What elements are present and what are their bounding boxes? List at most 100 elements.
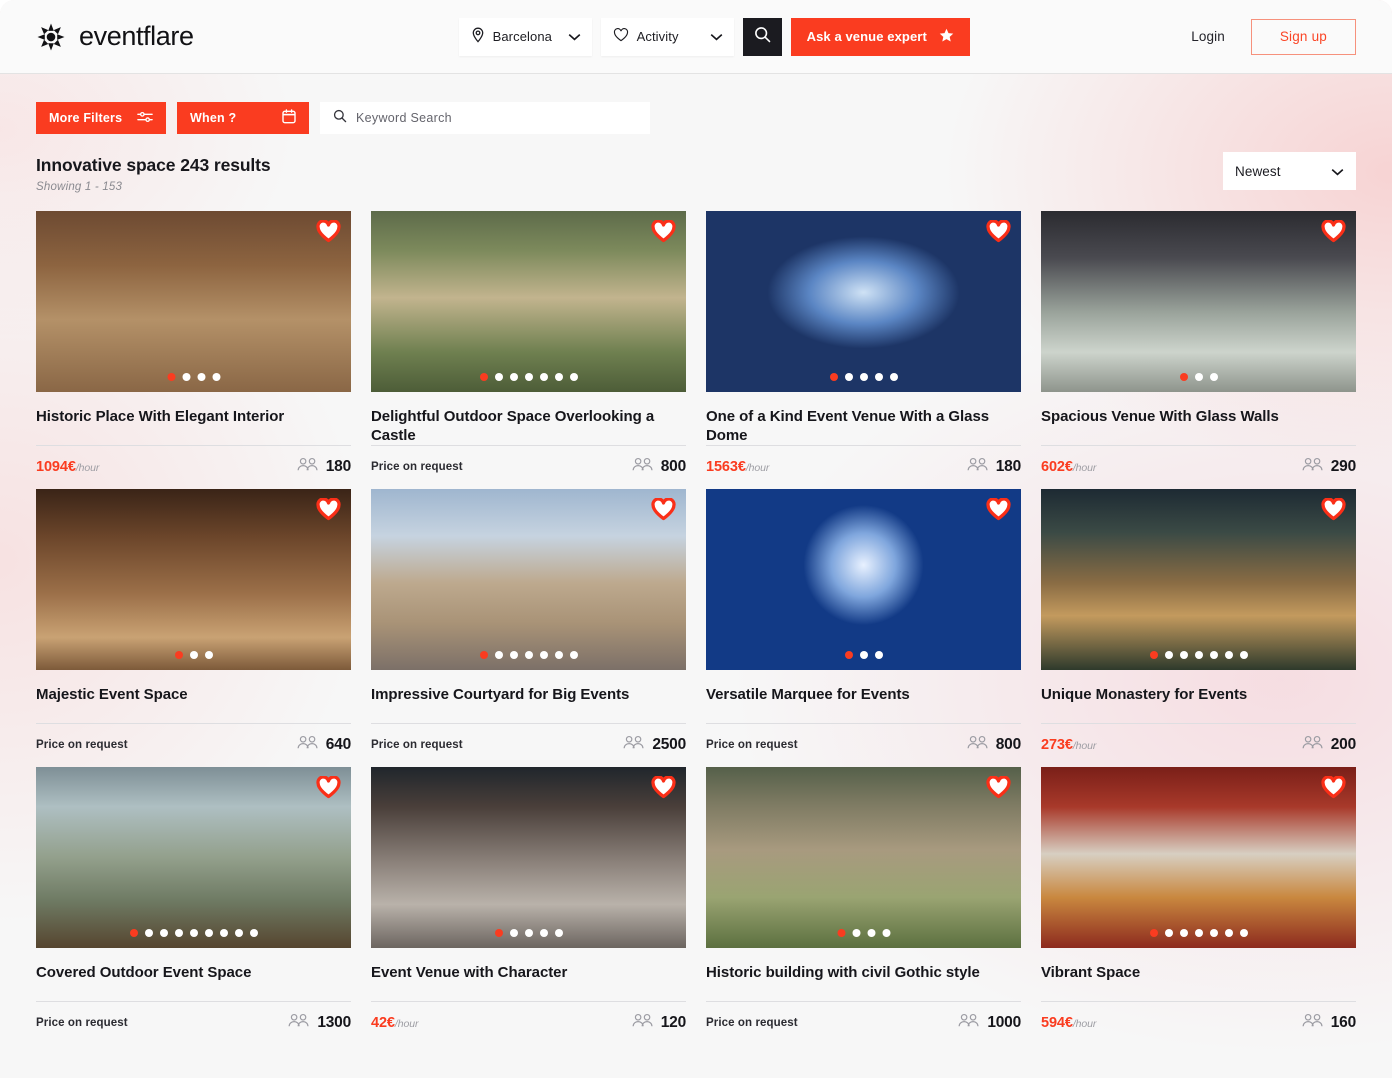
carousel-dot[interactable] [874,373,883,381]
carousel-dot[interactable] [1209,651,1218,660]
ask-venue-expert-button[interactable]: Ask a venue expert [790,17,970,56]
carousel-dot[interactable] [829,373,838,381]
favorite-button[interactable] [1320,218,1347,247]
carousel-dot[interactable] [889,373,898,381]
venue-thumbnail[interactable] [706,211,1021,392]
sort-select[interactable]: Newest [1223,152,1356,190]
venue-thumbnail[interactable] [706,489,1021,671]
venue-thumbnail[interactable] [371,211,686,392]
venue-card-8[interactable]: Unique Monastery for Events 273€/hour 20… [1041,489,1356,757]
carousel-dot[interactable] [494,651,503,660]
venue-card-1[interactable]: Historic Place With Elegant Interior 109… [36,211,351,479]
carousel-dot[interactable] [174,929,183,938]
carousel-dot[interactable] [882,929,890,938]
carousel-dot[interactable] [219,929,228,938]
carousel-dot[interactable] [1149,929,1158,938]
venue-thumbnail[interactable] [1041,489,1356,671]
when-filter-button[interactable]: When ? [177,102,309,134]
favorite-button[interactable] [1320,497,1347,525]
venue-card-4[interactable]: Spacious Venue With Glass Walls 602€/hou… [1041,211,1356,479]
carousel-dot[interactable] [509,373,518,381]
carousel-dot[interactable] [1239,651,1248,660]
carousel-dot[interactable] [212,373,220,381]
carousel-dot[interactable] [539,929,548,938]
keyword-search-box[interactable] [320,102,650,134]
carousel-dot[interactable] [524,373,533,381]
carousel-dots[interactable] [494,929,563,938]
carousel-dot[interactable] [479,651,488,660]
carousel-dot[interactable] [509,651,518,660]
carousel-dot[interactable] [1224,651,1233,660]
carousel-dot[interactable] [479,373,488,381]
venue-thumbnail[interactable] [371,767,686,949]
more-filters-button[interactable]: More Filters [36,102,166,134]
carousel-dot[interactable] [1209,929,1218,938]
carousel-dot[interactable] [1164,651,1173,660]
carousel-dot[interactable] [859,373,868,381]
carousel-dot[interactable] [494,373,503,381]
venue-thumbnail[interactable] [36,211,351,392]
carousel-dot[interactable] [844,651,853,660]
carousel-dots[interactable] [167,373,220,381]
carousel-dot[interactable] [509,929,518,938]
venue-card-2[interactable]: Delightful Outdoor Space Overlooking a C… [371,211,686,479]
carousel-dot[interactable] [1149,651,1158,660]
carousel-dot[interactable] [837,929,845,938]
venue-card-6[interactable]: Impressive Courtyard for Big Events Pric… [371,489,686,757]
favorite-button[interactable] [315,218,342,247]
carousel-dots[interactable] [837,929,890,938]
brand-logo[interactable]: eventflare [36,21,194,52]
carousel-dots[interactable] [174,651,213,660]
favorite-button[interactable] [650,218,677,247]
favorite-button[interactable] [315,775,342,803]
carousel-dot[interactable] [554,651,563,660]
carousel-dot[interactable] [1179,929,1188,938]
carousel-dots[interactable] [479,373,578,381]
carousel-dots[interactable] [829,373,898,381]
favorite-button[interactable] [650,497,677,525]
signup-button[interactable]: Sign up [1250,18,1356,55]
carousel-dots[interactable] [1149,651,1248,660]
activity-select[interactable]: Activity [600,17,734,56]
venue-thumbnail[interactable] [1041,767,1356,949]
carousel-dots[interactable] [129,929,258,938]
keyword-search-input[interactable] [356,111,637,125]
carousel-dot[interactable] [867,929,875,938]
search-button[interactable] [742,17,782,56]
favorite-button[interactable] [985,775,1012,803]
carousel-dot[interactable] [852,929,860,938]
venue-thumbnail[interactable] [1041,211,1356,392]
favorite-button[interactable] [650,775,677,803]
carousel-dot[interactable] [1194,373,1203,381]
carousel-dot[interactable] [554,929,563,938]
carousel-dot[interactable] [197,373,205,381]
favorite-button[interactable] [985,497,1012,525]
carousel-dot[interactable] [539,651,548,660]
carousel-dot[interactable] [1224,929,1233,938]
login-link[interactable]: Login [1191,29,1225,44]
carousel-dot[interactable] [1194,929,1203,938]
carousel-dot[interactable] [174,651,183,660]
venue-thumbnail[interactable] [36,767,351,949]
carousel-dot[interactable] [1239,929,1248,938]
carousel-dot[interactable] [249,929,258,938]
carousel-dot[interactable] [1209,373,1218,381]
favorite-button[interactable] [1320,775,1347,803]
carousel-dot[interactable] [189,651,198,660]
venue-card-7[interactable]: Versatile Marquee for Events Price on re… [706,489,1021,757]
carousel-dot[interactable] [874,651,883,660]
venue-card-12[interactable]: Vibrant Space 594€/hour 160 [1041,767,1356,1035]
carousel-dot[interactable] [524,929,533,938]
venue-thumbnail[interactable] [36,489,351,671]
carousel-dot[interactable] [569,651,578,660]
carousel-dot[interactable] [539,373,548,381]
venue-card-9[interactable]: Covered Outdoor Event Space Price on req… [36,767,351,1035]
carousel-dot[interactable] [129,929,138,938]
carousel-dot[interactable] [1179,373,1188,381]
carousel-dot[interactable] [159,929,168,938]
carousel-dot[interactable] [204,651,213,660]
carousel-dot[interactable] [204,929,213,938]
venue-card-10[interactable]: Event Venue with Character 42€/hour 120 [371,767,686,1035]
carousel-dot[interactable] [494,929,503,938]
carousel-dot[interactable] [1179,651,1188,660]
